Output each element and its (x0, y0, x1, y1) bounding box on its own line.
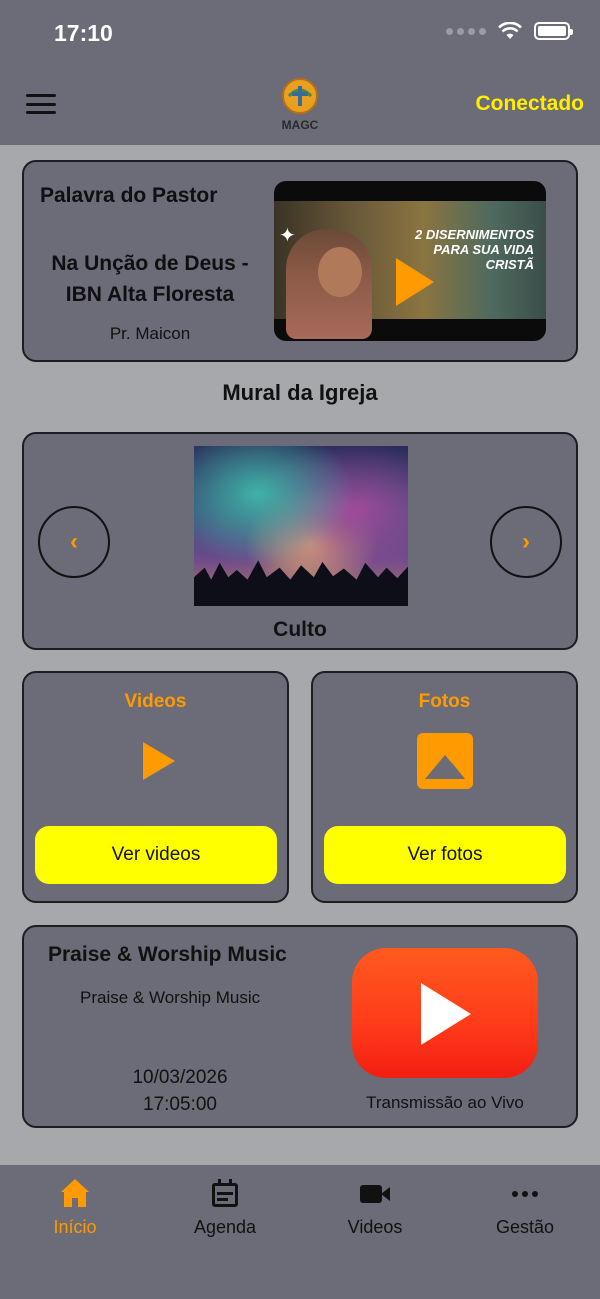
bottom-tab-bar: Início Agenda Videos Gestão (0, 1165, 600, 1299)
pastor-photo (286, 229, 372, 339)
mural-caption: Culto (273, 618, 327, 641)
tab-agenda[interactable]: Agenda (150, 1165, 300, 1255)
live-stream-caption: Transmissão ao Vivo (366, 1093, 524, 1112)
live-stream-time: 17:05:00 (143, 1094, 217, 1115)
crowd-silhouette (194, 560, 408, 606)
chevron-right-icon: › (522, 528, 530, 555)
tab-inicio-label: Início (53, 1217, 97, 1237)
fotos-card-title: Fotos (418, 691, 471, 712)
header-bar: 17:10 MAGC Conectado (0, 0, 600, 145)
battery-icon (534, 22, 573, 40)
mural-section-title: Mural da Igreja (222, 380, 378, 405)
app-screen: 17:10 MAGC Conectado Palavra do Pastor N… (0, 0, 600, 1299)
live-stream-subtitle: Praise & Worship Music (80, 988, 261, 1007)
calendar-icon (210, 1179, 240, 1209)
tab-agenda-label: Agenda (193, 1217, 257, 1237)
image-icon (417, 733, 473, 789)
status-time: 17:10 (54, 20, 113, 46)
ver-videos-button[interactable]: Ver videos (35, 826, 277, 884)
pastor-name: Pr. Maicon (109, 324, 191, 343)
church-logo: MAGC (277, 76, 323, 132)
tab-inicio[interactable]: Início (0, 1165, 150, 1255)
ver-fotos-button[interactable]: Ver fotos (324, 826, 566, 884)
chevron-left-icon: ‹ (70, 528, 78, 555)
cellular-signal-icon (446, 27, 486, 35)
menu-button[interactable] (26, 92, 56, 116)
logo-emblem-icon (282, 78, 318, 114)
play-icon[interactable] (396, 258, 434, 306)
sparkle-icon: ✦ (279, 225, 296, 247)
fotos-card: Fotos Ver fotos (311, 671, 578, 903)
live-stream-card[interactable]: Praise & Worship Music Praise & Worship … (22, 925, 578, 1128)
live-stream-datetime: 10/03/2026 17:05:00 (80, 1064, 280, 1118)
tab-videos-label: Videos (347, 1217, 403, 1237)
logo-text: MAGC (281, 118, 319, 132)
play-icon (143, 742, 175, 780)
mural-carousel: ‹ › Culto (22, 432, 578, 650)
carousel-prev-button[interactable]: ‹ (38, 506, 110, 578)
home-icon (60, 1179, 90, 1209)
pastor-card[interactable]: Palavra do Pastor Na Unção de Deus - IBN… (22, 160, 578, 362)
live-stream-date: 10/03/2026 (132, 1067, 228, 1088)
videos-card: Videos Ver videos (22, 671, 289, 903)
more-icon (510, 1179, 540, 1209)
carousel-next-button[interactable]: › (490, 506, 562, 578)
youtube-icon[interactable] (352, 948, 538, 1078)
pastor-card-title: Palavra do Pastor (40, 184, 218, 207)
tab-videos[interactable]: Videos (300, 1165, 450, 1255)
video-camera-icon (360, 1179, 390, 1209)
youtube-play-triangle (421, 983, 471, 1045)
sermon-title: Na Unção de Deus - IBN Alta Floresta (51, 252, 249, 306)
tab-gestao[interactable]: Gestão (450, 1165, 600, 1255)
wifi-icon (498, 22, 522, 39)
tab-gestao-label: Gestão (495, 1217, 555, 1237)
thumbnail-image: ✦ 2 DISERNIMENTOS PARA SUA VIDA CRISTÃ (274, 201, 546, 339)
sermon-video-thumbnail[interactable]: ✦ 2 DISERNIMENTOS PARA SUA VIDA CRISTÃ (274, 181, 546, 341)
connection-status: Conectado (475, 92, 584, 115)
status-icons (446, 22, 573, 40)
live-stream-title: Praise & Worship Music (48, 943, 287, 966)
videos-card-title: Videos (124, 691, 187, 712)
mural-image[interactable] (194, 446, 408, 606)
